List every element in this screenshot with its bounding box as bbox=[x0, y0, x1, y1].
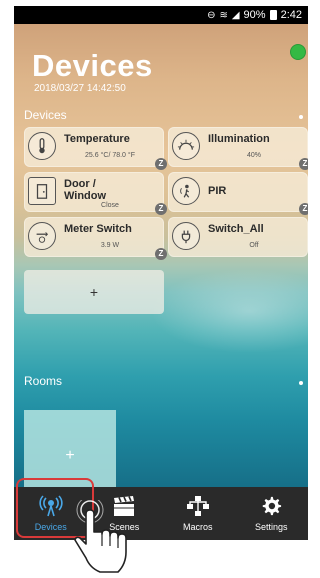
status-bar: ⊖ ≋ ◢ 90% 2:42 bbox=[14, 6, 308, 24]
zwave-badge: Z bbox=[299, 158, 308, 170]
add-device-button[interactable]: + bbox=[24, 270, 164, 314]
tab-label: Settings bbox=[254, 522, 288, 532]
device-value: Off bbox=[249, 242, 259, 249]
device-card-pir[interactable]: PIR Z bbox=[168, 172, 308, 215]
wifi-icon: ≋ bbox=[219, 9, 228, 21]
device-name: PIR bbox=[208, 185, 227, 197]
sun-icon bbox=[172, 132, 200, 160]
plug-icon bbox=[172, 222, 200, 250]
devices-screen: Devices 2018/03/27 14:42:50 Devices Temp… bbox=[14, 24, 308, 487]
connection-status-indicator bbox=[290, 44, 306, 60]
signal-icon: ◢ bbox=[231, 9, 240, 21]
clock: 2:42 bbox=[280, 9, 302, 21]
page-title: Devices bbox=[32, 48, 153, 83]
device-card-door-window[interactable]: Door / Window Close Z bbox=[24, 172, 167, 215]
tab-label: Macros bbox=[182, 522, 213, 532]
device-value: 25.6 °C/ 78.0 °F bbox=[85, 152, 135, 159]
add-room-button[interactable]: + bbox=[24, 410, 116, 487]
section-menu-dot[interactable] bbox=[299, 381, 303, 385]
device-name: Switch_All bbox=[208, 223, 264, 235]
motion-sensor-icon bbox=[172, 177, 200, 205]
zwave-badge: Z bbox=[155, 158, 167, 170]
zwave-badge: Z bbox=[299, 203, 308, 215]
battery-icon bbox=[269, 10, 277, 20]
do-not-disturb-icon: ⊖ bbox=[207, 9, 216, 21]
device-name: Meter Switch bbox=[64, 223, 132, 235]
devices-section-label: Devices bbox=[24, 108, 67, 122]
zwave-badge: Z bbox=[155, 203, 167, 215]
phone-screen: ⊖ ≋ ◢ 90% 2:42 Devices 2018/03/27 14:42:… bbox=[14, 6, 308, 540]
device-name: Illumination bbox=[208, 133, 270, 145]
zwave-badge: Z bbox=[155, 248, 167, 260]
meter-icon bbox=[28, 222, 56, 250]
gear-icon bbox=[235, 495, 309, 517]
thermometer-icon bbox=[28, 132, 56, 160]
device-name: Temperature bbox=[64, 133, 130, 145]
device-name: Door / Window bbox=[64, 178, 107, 202]
tab-macros[interactable]: Macros bbox=[161, 487, 235, 540]
rooms-section-label: Rooms bbox=[24, 374, 63, 388]
device-value: Close bbox=[101, 202, 119, 209]
device-value: 3.9 W bbox=[100, 242, 120, 249]
device-card-temperature[interactable]: Temperature 25.6 °C/ 78.0 °F Z bbox=[24, 127, 167, 170]
tab-settings[interactable]: Settings bbox=[235, 487, 309, 540]
door-icon bbox=[28, 177, 56, 205]
device-card-meter-switch[interactable]: Meter Switch 3.9 W Z bbox=[24, 217, 167, 260]
datetime: 2018/03/27 14:42:50 bbox=[34, 83, 126, 94]
pointing-hand-icon bbox=[74, 500, 127, 573]
flowchart-icon bbox=[161, 495, 235, 517]
device-card-illumination[interactable]: Illumination 40% Z bbox=[168, 127, 308, 170]
device-value: 40% bbox=[246, 152, 261, 159]
device-card-switch-all[interactable]: Switch_All Off bbox=[168, 217, 308, 257]
battery-percent: 90% bbox=[243, 9, 266, 21]
section-menu-dot[interactable] bbox=[299, 115, 303, 119]
